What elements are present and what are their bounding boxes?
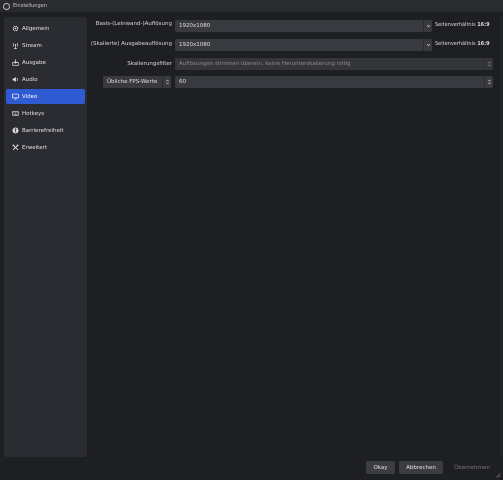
sidebar-item-audio[interactable]: Audio <box>6 72 85 87</box>
scale-filter-value: Auflösungen stimmen überein, keine Herun… <box>179 61 351 67</box>
output-icon <box>11 59 19 67</box>
output-resolution-value: 1920x1080 <box>179 42 211 48</box>
cancel-button[interactable]: Abbrechen <box>399 461 443 474</box>
base-resolution-label: Basis-(Leinwand-)Auflösung <box>95 21 172 27</box>
output-resolution-combobox[interactable]: 1920x1080 <box>175 39 432 51</box>
base-resolution-value: 1920x1080 <box>179 23 211 29</box>
fps-value-combobox[interactable]: 60 <box>175 76 493 88</box>
sidebar-item-label: Allgemein <box>22 25 50 32</box>
base-aspect-ratio: Seitenverhältnis 16:9 <box>435 22 490 28</box>
sidebar-item-ausgabe[interactable]: Ausgabe <box>6 55 85 70</box>
title-bar: Einstellungen <box>0 0 503 12</box>
tools-icon <box>11 144 19 152</box>
scrollbar-track[interactable] <box>500 18 502 456</box>
window-title: Einstellungen <box>13 3 47 9</box>
updown-arrows-icon[interactable] <box>162 76 171 88</box>
chevron-down-icon[interactable] <box>423 39 432 51</box>
app-logo-icon <box>3 2 10 10</box>
sidebar-item-erweitert[interactable]: Erweitert <box>6 140 85 155</box>
resize-grip-icon[interactable] <box>495 472 501 478</box>
gear-icon <box>11 25 19 33</box>
sidebar-item-label: Hotkeys <box>22 110 45 117</box>
sidebar-item-label: Stream <box>22 42 42 49</box>
fps-type-value: Übliche FPS-Werte <box>107 79 158 85</box>
apply-button[interactable]: Übernehmen <box>448 461 496 474</box>
sidebar-item-label: Ausgabe <box>22 59 46 66</box>
fps-type-combobox[interactable]: Übliche FPS-Werte <box>103 76 171 88</box>
sidebar-item-label: Erweitert <box>22 144 48 151</box>
antenna-icon <box>11 42 19 50</box>
accessibility-icon <box>11 127 19 135</box>
sidebar-item-label: Video <box>22 93 38 100</box>
fps-value: 60 <box>179 79 186 85</box>
ok-button[interactable]: Okay <box>366 461 395 474</box>
updown-arrows-icon[interactable] <box>484 76 493 88</box>
sidebar-item-allgemein[interactable]: Allgemein <box>6 21 85 36</box>
sidebar-item-video[interactable]: Video <box>6 89 85 104</box>
scale-filter-label: Skalierungsfilter <box>127 61 172 67</box>
base-resolution-combobox[interactable]: 1920x1080 <box>175 20 432 32</box>
sidebar-item-stream[interactable]: Stream <box>6 38 85 53</box>
output-resolution-label: (Skalierte) Ausgabeauflösung <box>90 41 172 47</box>
monitor-icon <box>11 93 19 101</box>
speaker-icon <box>11 76 19 84</box>
sidebar-item-label: Audio <box>22 76 38 83</box>
output-aspect-ratio: Seitenverhältnis 16:9 <box>435 41 490 47</box>
scale-filter-combobox[interactable]: Auflösungen stimmen überein, keine Herun… <box>175 58 493 70</box>
sidebar-item-label: Barrierefreiheit <box>22 127 64 134</box>
settings-sidebar: Allgemein Stream Ausgabe Audio Video Hot… <box>4 17 87 457</box>
keyboard-icon <box>11 110 19 118</box>
chevron-down-icon[interactable] <box>423 20 432 32</box>
updown-arrows-icon[interactable] <box>484 58 493 70</box>
sidebar-item-hotkeys[interactable]: Hotkeys <box>6 106 85 121</box>
sidebar-item-barrierefreiheit[interactable]: Barrierefreiheit <box>6 123 85 138</box>
